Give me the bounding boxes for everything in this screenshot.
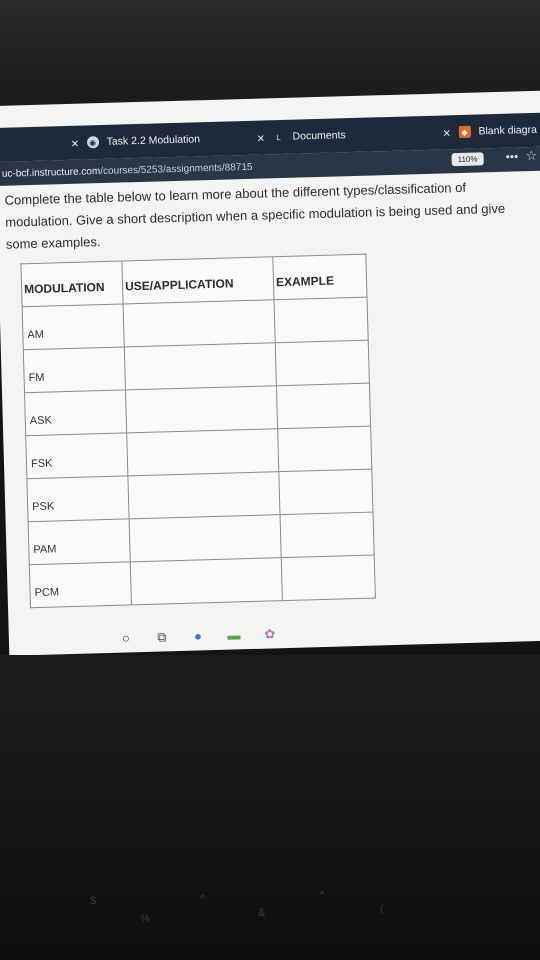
url-host: uc-bcf.instructure.com [1, 165, 101, 180]
example-cell[interactable] [274, 297, 369, 343]
modulation-cell: ASK [24, 389, 127, 436]
key-cap: ( [380, 903, 384, 915]
document-icon: L [276, 132, 281, 142]
more-actions-icon[interactable]: ••• [505, 149, 518, 163]
use-cell[interactable] [124, 342, 277, 390]
explorer-icon[interactable]: ▬ [227, 627, 241, 642]
use-cell[interactable] [123, 299, 276, 347]
close-icon[interactable]: × [443, 125, 451, 140]
modulation-cell: PAM [28, 518, 131, 565]
modulation-cell: AM [22, 303, 125, 350]
modulation-cell: FM [23, 346, 126, 393]
search-icon[interactable]: ○ [119, 630, 133, 645]
taskbar: ○ ⧉ ● ▬ ✿ [119, 626, 277, 645]
example-cell[interactable] [281, 555, 376, 601]
use-cell[interactable] [130, 557, 283, 605]
task-view-icon[interactable]: ⧉ [155, 629, 169, 644]
key-cap: * [320, 889, 325, 901]
key-cap: $ [90, 895, 97, 907]
use-cell[interactable] [127, 471, 281, 519]
modulation-cell: PCM [29, 561, 132, 608]
example-cell[interactable] [280, 512, 375, 558]
zoom-badge[interactable]: 110% [451, 152, 484, 167]
tab-documents[interactable]: × L Documents [257, 118, 347, 154]
use-cell[interactable] [125, 385, 278, 433]
url-path: /courses/5253/assignments/88715 [100, 161, 253, 177]
browser-window: × ◉ Task 2.2 Modulation × L Documents × … [0, 90, 540, 656]
header-use-application: USE/APPLICATION [121, 256, 275, 304]
example-cell[interactable] [275, 340, 370, 386]
diagram-icon: ◆ [458, 125, 471, 139]
app-icon[interactable]: ✿ [263, 626, 277, 641]
tab-label: Blank diagra [478, 123, 538, 138]
edge-icon[interactable]: ● [191, 628, 205, 643]
header-modulation: MODULATION [20, 260, 124, 307]
use-cell[interactable] [126, 428, 279, 476]
tab-task-modulation[interactable]: × ◉ Task 2.2 Modulation [71, 122, 201, 160]
key-cap: & [258, 907, 266, 919]
tab-label: Task 2.2 Modulation [106, 133, 201, 148]
canvas-icon: ◉ [86, 136, 99, 149]
laptop-keyboard: $ % ^ & * ( [0, 655, 540, 960]
example-cell[interactable] [276, 383, 371, 429]
modulation-cell: FSK [25, 432, 128, 479]
close-icon[interactable]: × [257, 130, 265, 145]
close-icon[interactable]: × [71, 135, 79, 150]
modulation-cell: PSK [26, 475, 130, 522]
bookmark-star-icon[interactable]: ☆ [525, 148, 537, 164]
tab-blank-diagram[interactable]: × ◆ Blank diagra [442, 113, 537, 150]
instructions-text: Complete the table below to learn more a… [4, 179, 506, 252]
example-cell[interactable] [278, 469, 373, 515]
assignment-content: Complete the table below to learn more a… [4, 175, 540, 609]
tab-label: Documents [292, 129, 346, 143]
use-cell[interactable] [129, 514, 282, 562]
example-cell[interactable] [277, 426, 372, 472]
modulation-table: MODULATION USE/APPLICATION EXAMPLE AM FM [20, 253, 376, 609]
key-cap: ^ [200, 893, 206, 905]
table-row: PCM [29, 555, 376, 608]
key-cap: % [140, 913, 150, 925]
header-example: EXAMPLE [272, 254, 367, 300]
